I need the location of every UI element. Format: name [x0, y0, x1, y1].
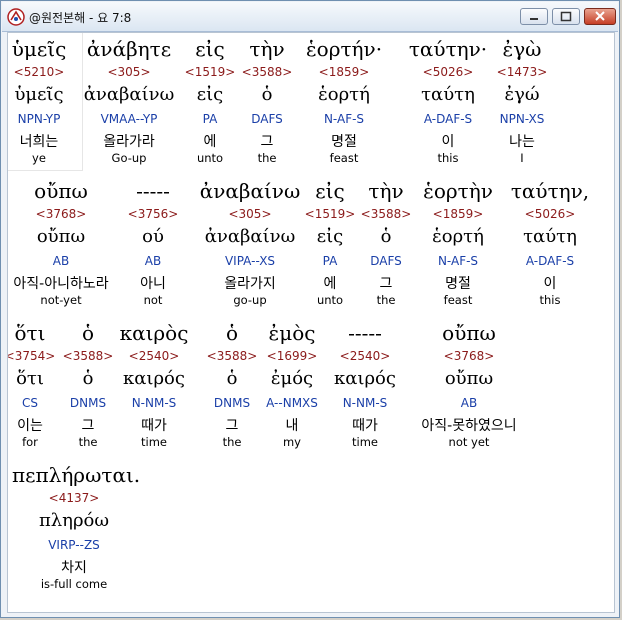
lemma: ἑορτή — [318, 84, 370, 105]
app-window: @원전본해 - 요 7:8 ὑμεῖς <5210> ὑμεῖς NPN-YP 너희는 y… — [0, 0, 620, 618]
close-icon — [595, 11, 605, 21]
english-gloss: not yet — [448, 435, 490, 449]
strongs-number: <1859> — [318, 65, 370, 79]
greek-word[interactable]: οὔπω — [409, 321, 529, 345]
korean-gloss: 이 — [543, 276, 557, 292]
minimize-button[interactable] — [520, 8, 548, 25]
strongs-number: <3768> — [443, 349, 495, 363]
interlinear-view[interactable]: ὑμεῖς <5210> ὑμεῖς NPN-YP 너희는 ye ἀνάβητε <305> ἀ… — [7, 32, 615, 613]
english-gloss: this — [539, 293, 561, 307]
strongs-number: <1473> — [496, 65, 548, 79]
parsing-code: AB — [460, 396, 478, 410]
korean-gloss: 아직-못하였으니 — [421, 418, 517, 434]
strongs-number: <5026> — [524, 207, 576, 221]
maximize-button[interactable] — [552, 8, 580, 25]
greek-word[interactable]: ἐγὼ — [462, 37, 582, 61]
app-logo-icon — [7, 8, 25, 26]
greek-word[interactable]: ταύτην, — [490, 179, 610, 203]
greek-word[interactable]: ἑορτήν· — [284, 37, 404, 61]
parsing-code: VIRP--ZS — [48, 538, 100, 552]
korean-gloss: 나는 — [509, 134, 535, 150]
title-bar[interactable]: @원전본해 - 요 7:8 — [2, 2, 618, 32]
english-gloss: time — [352, 435, 378, 449]
english-gloss: is-full come — [40, 577, 108, 591]
lemma: καιρός — [334, 368, 396, 389]
korean-gloss: 차지 — [61, 560, 87, 576]
parsing-code: NPN-XS — [499, 112, 545, 126]
lemma: πληρόω — [38, 510, 110, 531]
window-title: @원전본해 - 요 7:8 — [29, 11, 132, 25]
greek-word[interactable]: πεπλήρωται. — [8, 463, 140, 487]
greek-word[interactable]: ----- — [305, 321, 425, 345]
korean-gloss: 명절 — [331, 134, 357, 150]
minimize-icon — [530, 18, 538, 20]
lemma: ἐγώ — [504, 84, 540, 105]
parsing-code: N-AF-S — [323, 112, 365, 126]
parsing-code: N-NM-S — [342, 396, 388, 410]
maximize-icon — [560, 11, 572, 22]
lemma: οὔπω — [444, 368, 494, 389]
english-gloss: feast — [329, 151, 359, 165]
lemma: ταύτη — [523, 226, 577, 247]
english-gloss: I — [520, 151, 524, 165]
parsing-code: A-DAF-S — [525, 254, 575, 268]
strongs-number: <2540> — [339, 349, 391, 363]
strongs-number: <4137> — [48, 491, 100, 505]
korean-gloss: 때가 — [352, 418, 378, 434]
close-button[interactable] — [584, 8, 616, 25]
